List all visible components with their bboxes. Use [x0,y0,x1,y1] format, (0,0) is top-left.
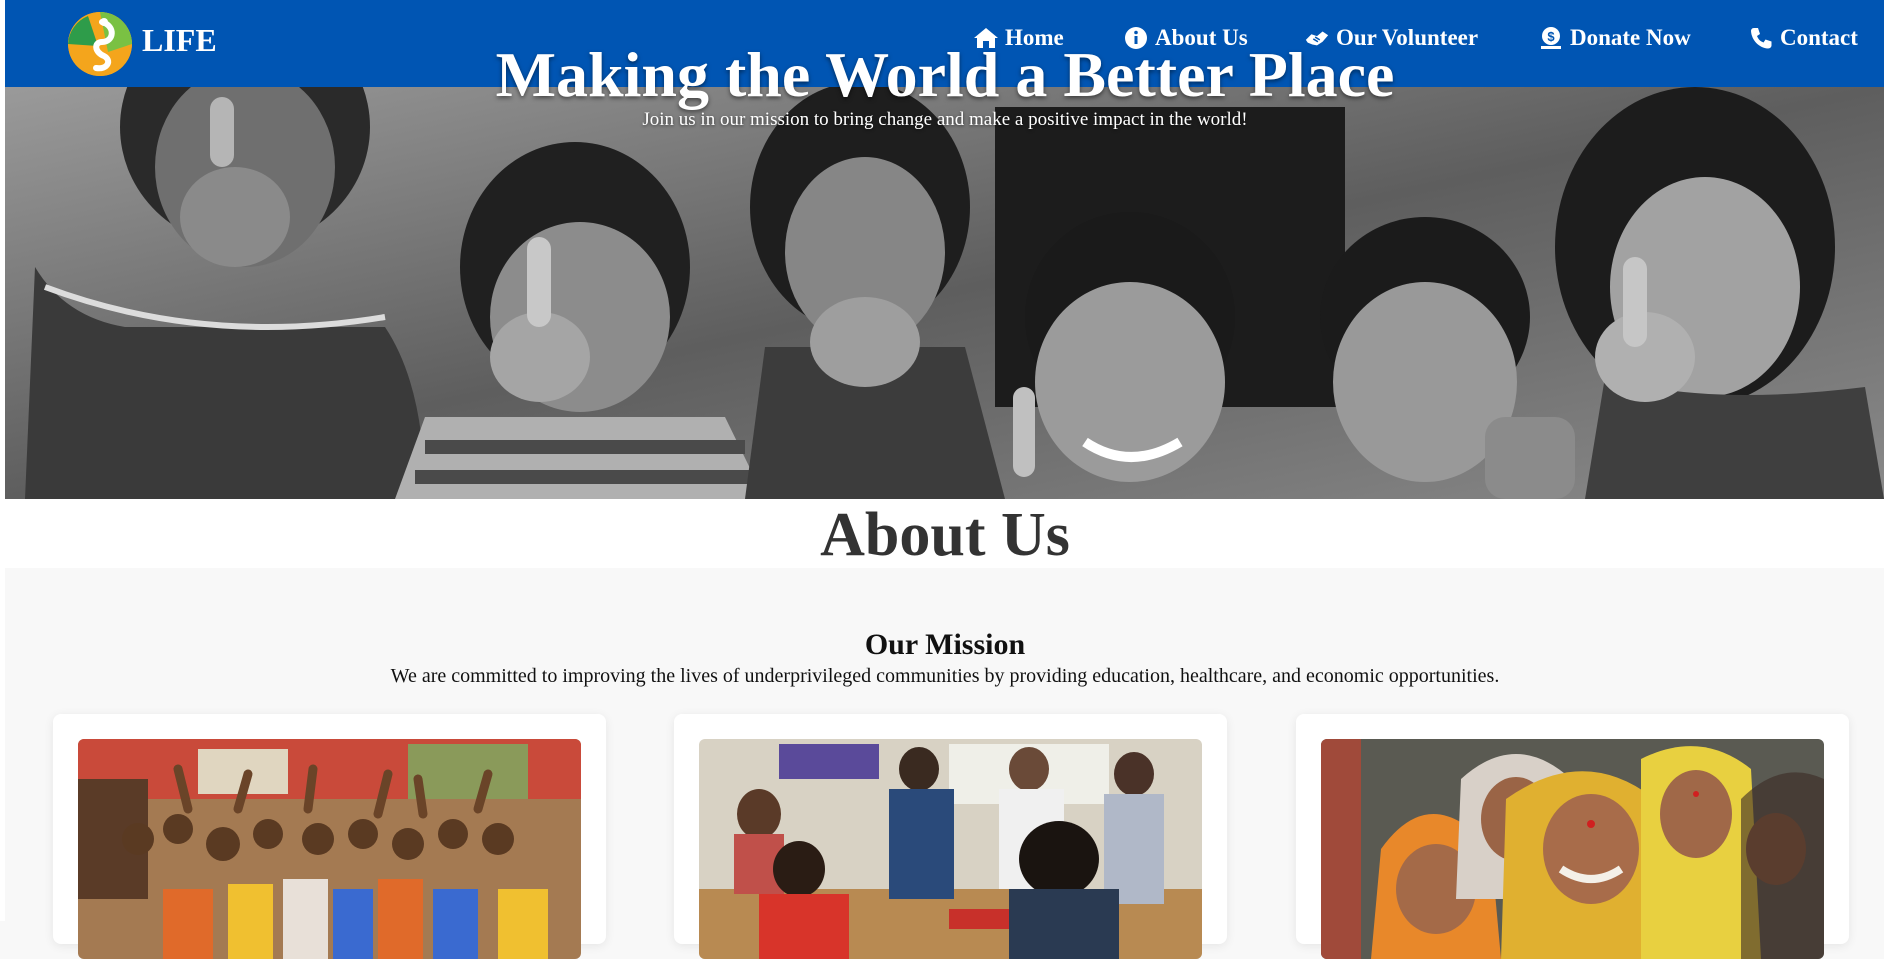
about-us-title: About Us [820,501,1070,569]
card-photo-classroom [78,739,581,959]
hero-subtitle: Join us in our mission to bring change a… [642,109,1248,130]
card-photo-women-group [1321,739,1824,959]
mission-title: Our Mission [864,628,1026,661]
mission-card-economic [1296,714,1849,959]
card-photo-health-meeting [699,739,1202,959]
hero-banner [5,87,1884,499]
hero-title: Making the World a Better Place [495,39,1395,110]
mission-card-education [53,714,606,959]
mission-text: We are committed to improving the lives … [390,665,1500,687]
mission-card-healthcare [674,714,1227,959]
hero-photo-children-thumbs-up [5,87,1884,499]
